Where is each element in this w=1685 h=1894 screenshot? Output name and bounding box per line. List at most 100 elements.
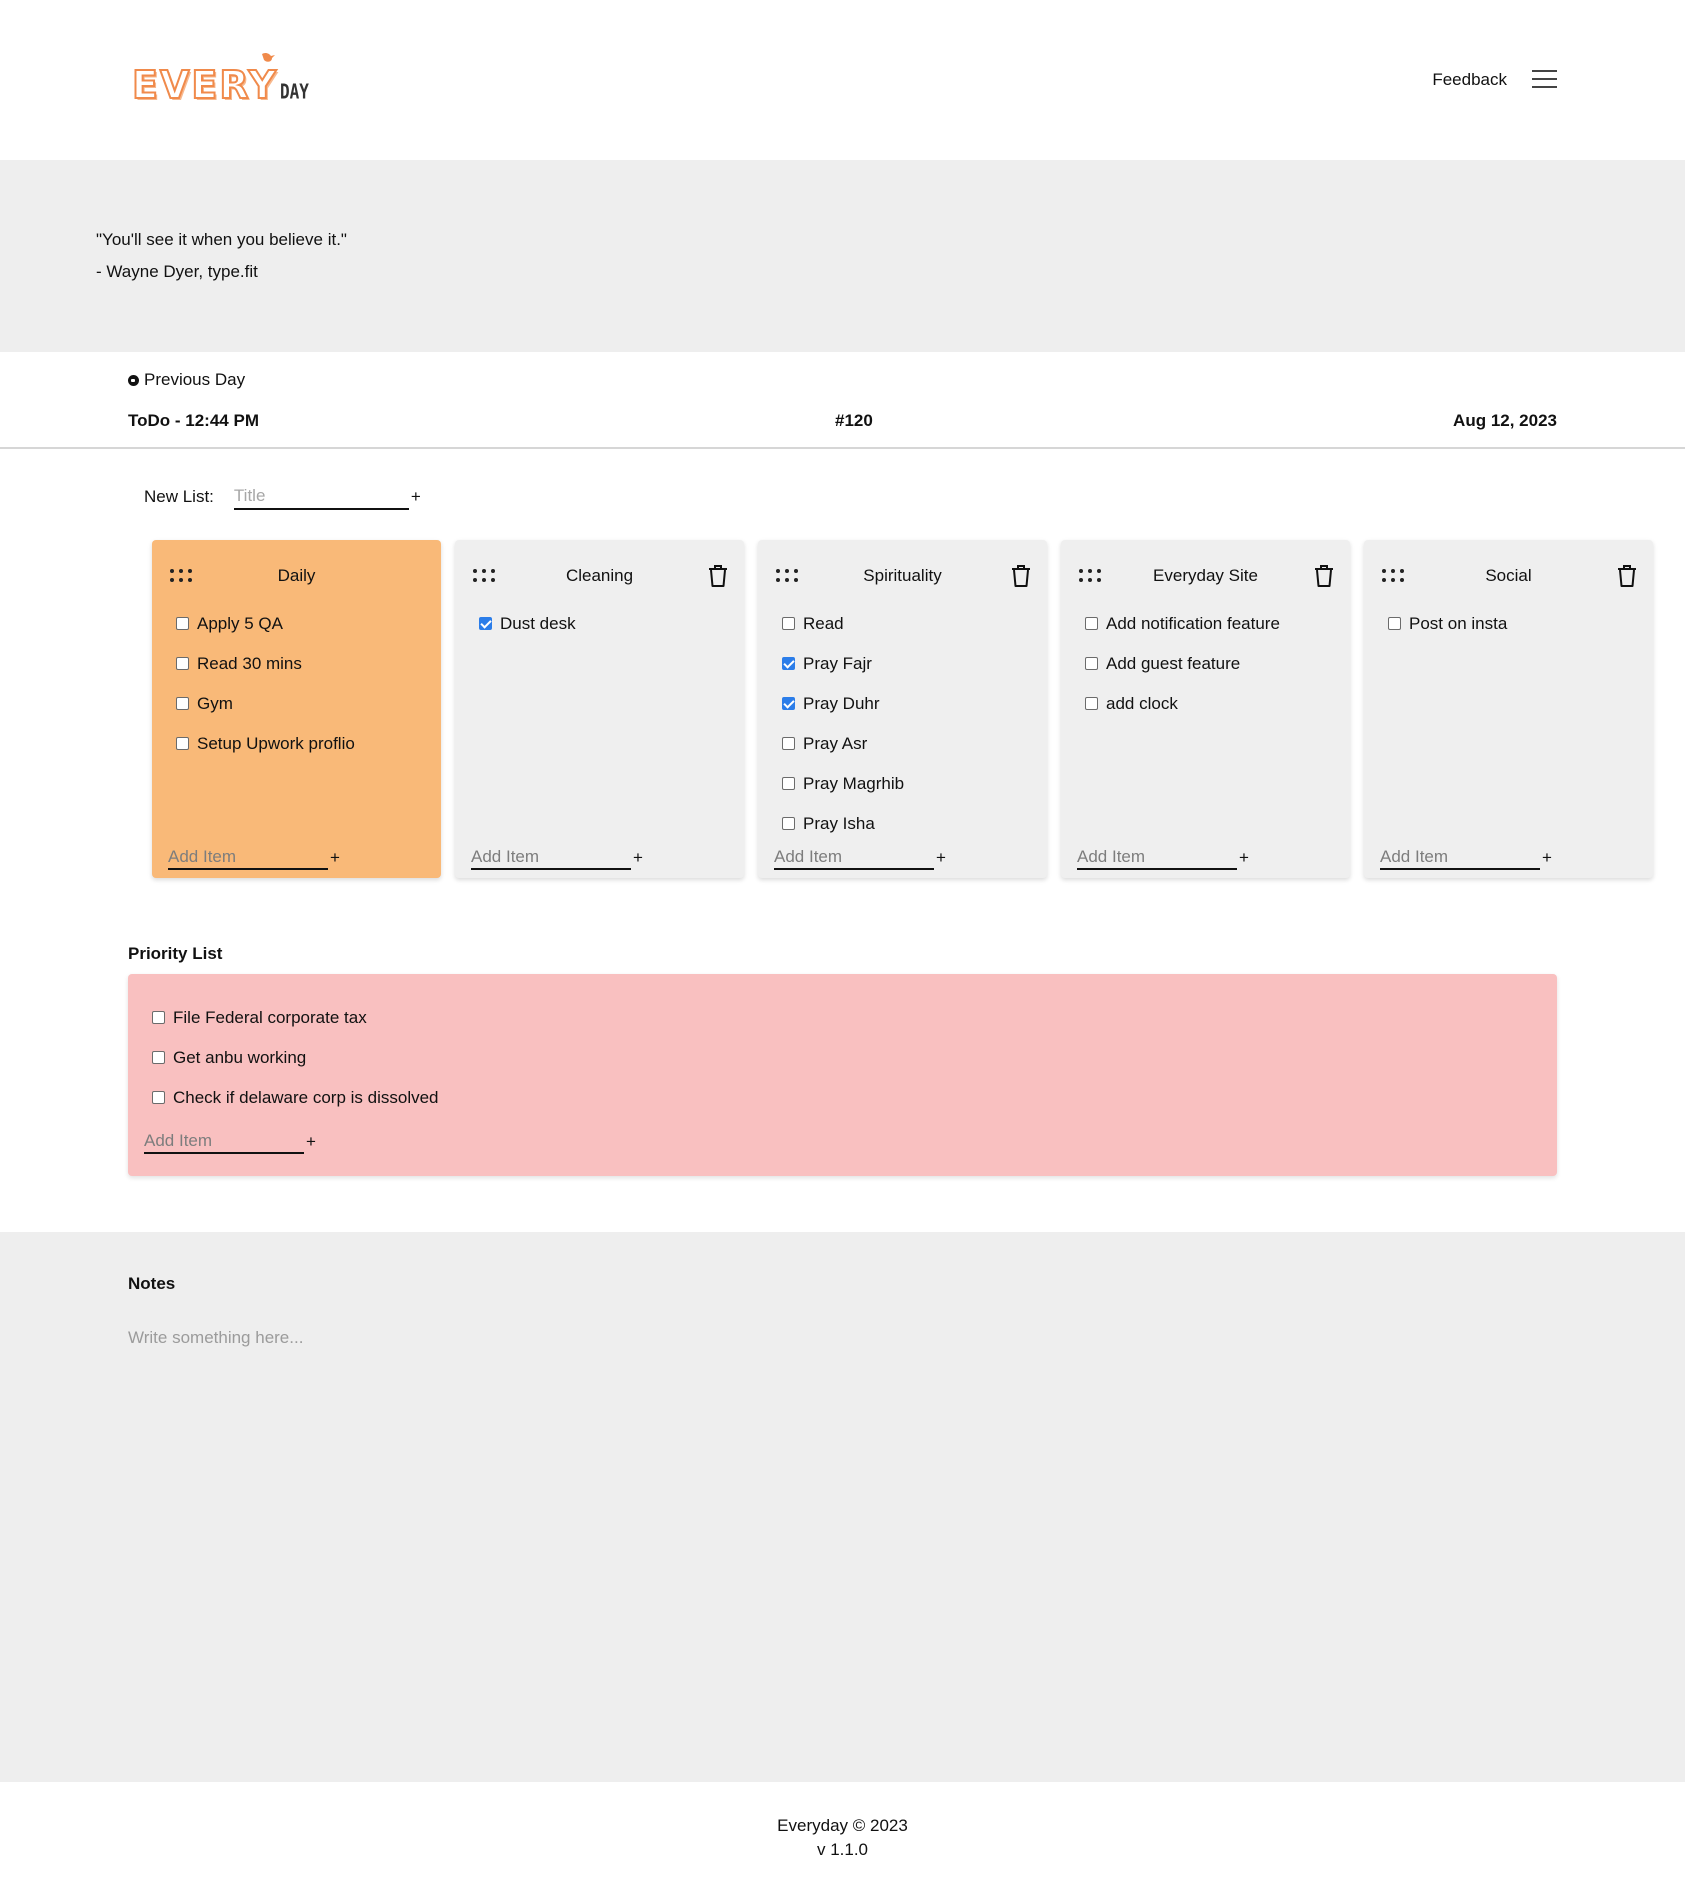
item-checkbox[interactable]	[152, 1091, 165, 1104]
list-item: Pray Duhr	[782, 694, 904, 734]
list-item: Gym	[176, 694, 355, 734]
item-label[interactable]: Add notification feature	[1106, 614, 1280, 634]
item-checkbox[interactable]	[176, 657, 189, 670]
item-checkbox[interactable]	[1388, 617, 1401, 630]
hamburger-menu-icon[interactable]	[1532, 70, 1557, 88]
item-label[interactable]: Get anbu working	[173, 1048, 306, 1068]
back-arrow-icon	[128, 374, 139, 386]
item-label[interactable]: Gym	[197, 694, 233, 714]
header: EVERY DAY Feedback	[0, 0, 1685, 160]
item-label[interactable]: add clock	[1106, 694, 1178, 714]
list-item: Apply 5 QA	[176, 614, 355, 654]
item-checkbox[interactable]	[152, 1051, 165, 1064]
priority-item: Check if delaware corp is dissolved	[152, 1088, 439, 1128]
trash-icon[interactable]	[1314, 564, 1334, 588]
list-item: Pray Magrhib	[782, 774, 904, 814]
list-card: Everyday Site Add notification feature Add…	[1061, 540, 1350, 878]
feedback-link[interactable]: Feedback	[1432, 70, 1507, 90]
list-card: Daily Apply 5 QA Read 30 mins Gym Setup Upwo…	[152, 540, 441, 878]
notes-textarea[interactable]	[128, 1328, 1558, 1748]
add-item-button[interactable]: +	[633, 848, 643, 868]
date-label: Aug 12, 2023	[1453, 411, 1557, 430]
add-item-button[interactable]: +	[936, 848, 946, 868]
list-item: Post on insta	[1388, 614, 1507, 654]
item-checkbox[interactable]	[176, 737, 189, 750]
item-label[interactable]: Read 30 mins	[197, 654, 302, 674]
list-item: add clock	[1085, 694, 1280, 734]
trash-icon[interactable]	[1617, 564, 1637, 588]
item-checkbox[interactable]	[782, 777, 795, 790]
notes-title: Notes	[128, 1274, 176, 1293]
new-list-title-input[interactable]	[233, 484, 409, 510]
priority-add-item-input[interactable]	[144, 1130, 304, 1154]
item-label[interactable]: Pray Asr	[803, 734, 867, 754]
item-label[interactable]: Apply 5 QA	[197, 614, 283, 634]
add-item-input[interactable]	[774, 846, 934, 870]
list-title: Social	[1485, 566, 1532, 585]
item-checkbox[interactable]	[782, 657, 795, 670]
item-label[interactable]: File Federal corporate tax	[173, 1008, 367, 1028]
list-item: Read 30 mins	[176, 654, 355, 694]
add-item-input[interactable]	[168, 846, 328, 870]
item-checkbox[interactable]	[1085, 657, 1098, 670]
previous-day-button[interactable]: Previous Day	[128, 370, 245, 390]
quote-section: "You'll see it when you believe it." - W…	[0, 160, 1685, 352]
add-item-input[interactable]	[471, 846, 631, 870]
add-item-form: +	[1077, 846, 1249, 870]
bird-icon	[262, 52, 275, 62]
list-card: Cleaning Dust desk +	[455, 540, 744, 878]
add-item-form: +	[1380, 846, 1552, 870]
quote-text: "You'll see it when you believe it."	[96, 230, 347, 249]
item-checkbox[interactable]	[1085, 697, 1098, 710]
trash-icon[interactable]	[1011, 564, 1031, 588]
add-item-button[interactable]: +	[330, 848, 340, 868]
add-list-button[interactable]: +	[411, 487, 421, 507]
item-checkbox[interactable]	[1085, 617, 1098, 630]
item-checkbox[interactable]	[782, 617, 795, 630]
list-items: Apply 5 QA Read 30 mins Gym Setup Upwork pr…	[176, 614, 355, 774]
priority-items: File Federal corporate tax Get anbu worki…	[152, 1008, 439, 1128]
add-item-button[interactable]: +	[1239, 848, 1249, 868]
list-title: Spirituality	[863, 566, 942, 585]
priority-add-item-button[interactable]: +	[306, 1132, 316, 1152]
item-checkbox[interactable]	[782, 817, 795, 830]
priority-list: File Federal corporate tax Get anbu worki…	[128, 974, 1557, 1176]
item-checkbox[interactable]	[782, 697, 795, 710]
item-checkbox[interactable]	[152, 1011, 165, 1024]
item-label[interactable]: Pray Isha	[803, 814, 875, 834]
add-item-input[interactable]	[1077, 846, 1237, 870]
list-items: Read Pray Fajr Pray Duhr Pray Asr Pray Magrh…	[782, 614, 904, 854]
item-checkbox[interactable]	[176, 617, 189, 630]
list-item: Add guest feature	[1085, 654, 1280, 694]
list-item: Dust desk	[479, 614, 576, 654]
item-checkbox[interactable]	[782, 737, 795, 750]
item-checkbox[interactable]	[479, 617, 492, 630]
item-label[interactable]: Setup Upwork proflio	[197, 734, 355, 754]
add-item-input[interactable]	[1380, 846, 1540, 870]
day-number: #120	[835, 411, 873, 430]
item-label[interactable]: Pray Magrhib	[803, 774, 904, 794]
list-item: Pray Asr	[782, 734, 904, 774]
item-label[interactable]: Dust desk	[500, 614, 576, 634]
add-item-button[interactable]: +	[1542, 848, 1552, 868]
list-items: Post on insta	[1388, 614, 1507, 654]
item-checkbox[interactable]	[176, 697, 189, 710]
list-title: Everyday Site	[1153, 566, 1258, 585]
new-list-form: New List: +	[144, 484, 421, 510]
item-label[interactable]: Check if delaware corp is dissolved	[173, 1088, 439, 1108]
list-title: Daily	[277, 566, 316, 585]
item-label[interactable]: Post on insta	[1409, 614, 1507, 634]
logo-sub-text: DAY	[280, 79, 309, 104]
divider	[0, 447, 1685, 449]
list-item: Setup Upwork proflio	[176, 734, 355, 774]
trash-icon[interactable]	[708, 564, 728, 588]
item-label[interactable]: Pray Fajr	[803, 654, 872, 674]
logo[interactable]: EVERY DAY	[131, 52, 309, 105]
list-item: Pray Fajr	[782, 654, 904, 694]
previous-day-label: Previous Day	[144, 370, 246, 389]
new-list-label: New List:	[144, 487, 214, 506]
item-label[interactable]: Read	[803, 614, 844, 634]
add-item-form: +	[471, 846, 643, 870]
item-label[interactable]: Pray Duhr	[803, 694, 880, 714]
item-label[interactable]: Add guest feature	[1106, 654, 1240, 674]
